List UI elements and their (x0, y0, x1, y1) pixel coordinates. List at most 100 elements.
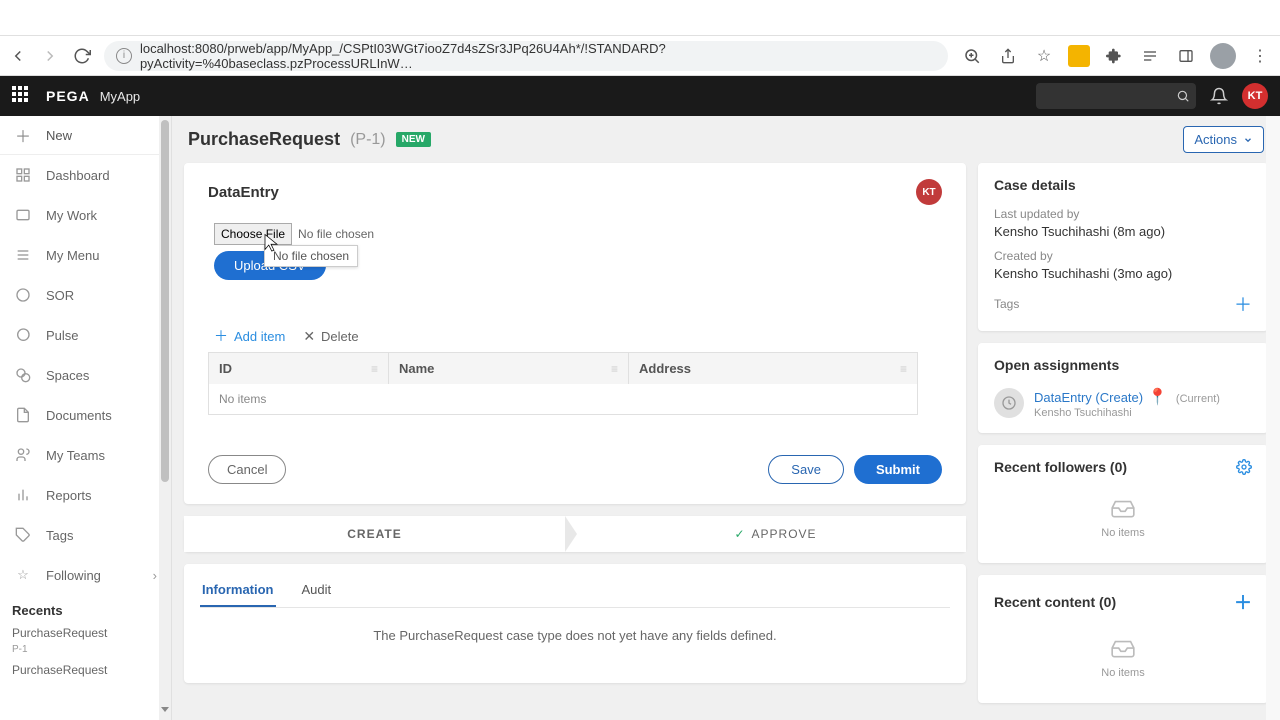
sidebar-item-mywork[interactable]: My Work (0, 195, 171, 235)
tab-audit[interactable]: Audit (300, 574, 334, 607)
th-address[interactable]: Address≡ (629, 353, 917, 384)
forward-icon (40, 46, 60, 66)
last-updated-value: Kensho Tsuchihashi (8m ago) (994, 224, 1252, 239)
sidebar-item-documents[interactable]: Documents (0, 395, 171, 435)
open-assignments-card: Open assignments DataEntry (Create) 📍 (C… (978, 343, 1268, 433)
location-icon: 📍 (1148, 389, 1168, 406)
back-icon[interactable] (8, 46, 28, 66)
url-text: localhost:8080/prweb/app/MyApp_/CSPtI03W… (140, 41, 936, 71)
share-icon[interactable] (996, 44, 1020, 68)
case-id: (P-1) (350, 131, 386, 149)
main-scrollbar[interactable] (1266, 116, 1280, 720)
user-avatar[interactable]: KT (1242, 83, 1268, 109)
file-status: No file chosen (298, 227, 374, 241)
header-search[interactable] (1036, 83, 1196, 109)
th-name[interactable]: Name≡ (389, 353, 629, 384)
tabs-card: Information Audit The PurchaseRequest ca… (184, 564, 966, 683)
submit-button[interactable]: Submit (854, 455, 942, 484)
add-item-button[interactable]: ＋Add item (214, 326, 285, 346)
documents-icon (14, 406, 32, 424)
scrollbar-down-icon[interactable] (163, 702, 167, 716)
assignment-current: (Current) (1176, 393, 1220, 405)
browser-chrome (0, 0, 1280, 36)
zoom-icon[interactable] (960, 44, 984, 68)
sidebar-item-spaces[interactable]: Spaces (0, 355, 171, 395)
notifications-icon[interactable] (1210, 87, 1228, 105)
assignment-row[interactable]: DataEntry (Create) 📍 (Current) Kensho Ts… (994, 387, 1252, 419)
tags-icon (14, 526, 32, 544)
close-icon: ✕ (303, 328, 315, 345)
created-value: Kensho Tsuchihashi (3mo ago) (994, 266, 1252, 281)
new-label: New (46, 128, 72, 143)
data-entry-card: DataEntry KT Choose FileNo file chosen N… (184, 163, 966, 504)
sidebar-item-myteams[interactable]: My Teams (0, 435, 171, 475)
chevron-down-icon (1243, 135, 1253, 145)
extension-icon[interactable] (1068, 45, 1090, 67)
assignments-title: Open assignments (994, 357, 1252, 373)
app-launcher-icon[interactable] (12, 86, 32, 106)
tab-body: The PurchaseRequest case type does not y… (200, 608, 950, 663)
gear-icon[interactable] (1236, 459, 1252, 475)
address-bar[interactable]: i localhost:8080/prweb/app/MyApp_/CSPtI0… (104, 41, 948, 71)
main-content: PurchaseRequest (P-1) NEW Actions DataEn… (172, 116, 1280, 720)
sidebar-item-mymenu[interactable]: My Menu (0, 235, 171, 275)
brand-label: PEGA (46, 88, 90, 104)
stage-create[interactable]: CREATE (184, 516, 565, 552)
data-table: ID≡ Name≡ Address≡ No items (208, 352, 918, 415)
myteams-icon (14, 446, 32, 464)
new-tag: NEW (396, 132, 431, 147)
sidebar-item-sor[interactable]: SOR (0, 275, 171, 315)
add-tag-button[interactable]: ＋ (1234, 291, 1252, 317)
tabs: Information Audit (200, 564, 950, 608)
recents-item[interactable]: PurchaseRequest (0, 622, 171, 644)
recents-item[interactable]: PurchaseRequest (0, 659, 171, 681)
stage-approve[interactable]: ✓APPROVE (585, 516, 966, 552)
plus-icon: ＋ (214, 326, 228, 346)
table-empty: No items (209, 384, 917, 414)
case-details-card: Case details Last updated by Kensho Tsuc… (978, 163, 1268, 331)
inbox-icon (1106, 635, 1140, 661)
add-content-button[interactable]: ＋ (1234, 589, 1252, 615)
case-title: PurchaseRequest (188, 129, 340, 150)
sidebar-item-dashboard[interactable]: Dashboard (0, 155, 171, 195)
stages-card: CREATE ✓APPROVE (184, 516, 966, 552)
save-button[interactable]: Save (768, 455, 844, 484)
reports-icon (14, 486, 32, 504)
content-empty: No items (994, 625, 1252, 689)
sidebar-item-pulse[interactable]: Pulse (0, 315, 171, 355)
recent-content-title: Recent content (0) (994, 594, 1116, 610)
new-button[interactable]: ＋ New (0, 116, 171, 155)
pulse-icon (14, 326, 32, 344)
followers-title: Recent followers (0) (994, 459, 1127, 475)
tab-information[interactable]: Information (200, 574, 276, 607)
last-updated-label: Last updated by (994, 207, 1252, 221)
sidebar-item-following[interactable]: ☆Following› (0, 555, 171, 595)
choose-file-button[interactable]: Choose File (214, 223, 292, 245)
sidebar: ＋ New Dashboard My Work My Menu SOR Puls… (0, 116, 172, 720)
delete-button[interactable]: ✕Delete (303, 326, 358, 346)
check-icon: ✓ (734, 527, 745, 541)
scrollbar-thumb[interactable] (161, 120, 169, 482)
reload-icon[interactable] (72, 46, 92, 66)
file-input-row: Choose FileNo file chosen No file chosen (214, 223, 942, 245)
cancel-button[interactable]: Cancel (208, 455, 286, 484)
th-id[interactable]: ID≡ (209, 353, 389, 384)
chevron-right-icon: › (153, 568, 157, 583)
profile-avatar[interactable] (1210, 43, 1236, 69)
mymenu-icon (14, 246, 32, 264)
bookmark-icon[interactable]: ☆ (1032, 44, 1056, 68)
menu-icon[interactable]: ⋮ (1248, 44, 1272, 68)
spaces-icon (14, 366, 32, 384)
sidepanel-icon[interactable] (1174, 44, 1198, 68)
clock-icon (994, 388, 1024, 418)
pega-header: PEGA MyApp KT (0, 76, 1280, 116)
reading-list-icon[interactable] (1138, 44, 1162, 68)
followers-empty: No items (994, 485, 1252, 549)
extensions-icon[interactable] (1102, 44, 1126, 68)
sidebar-item-tags[interactable]: Tags (0, 515, 171, 555)
sidebar-scrollbar[interactable] (159, 116, 171, 720)
site-info-icon[interactable]: i (116, 48, 132, 64)
recents-header: Recents (0, 595, 171, 622)
actions-button[interactable]: Actions (1183, 126, 1264, 153)
sidebar-item-reports[interactable]: Reports (0, 475, 171, 515)
